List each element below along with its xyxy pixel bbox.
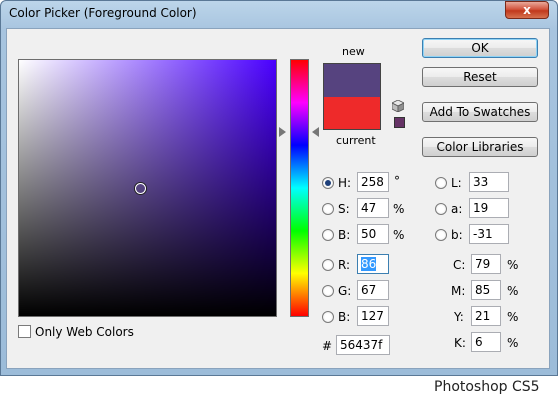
black-unit: % xyxy=(507,336,519,350)
lab-b-input[interactable]: -31 xyxy=(469,224,509,244)
hue-unit: ° xyxy=(394,174,400,188)
yellow-input[interactable]: 21 xyxy=(471,306,501,326)
ok-button[interactable]: OK xyxy=(422,38,538,58)
websafe-cube-icon[interactable] xyxy=(392,100,404,112)
black-label: K: xyxy=(454,336,466,350)
caption: Photoshop CS5 xyxy=(434,379,540,395)
green-input[interactable]: 67 xyxy=(357,280,389,300)
close-button[interactable]: x xyxy=(505,1,549,19)
lightness-label: L: xyxy=(451,176,462,190)
green-radio[interactable] xyxy=(322,285,334,297)
hue-slider-right-arrow[interactable] xyxy=(312,127,319,137)
current-color-label: current xyxy=(336,134,376,147)
saturation-input[interactable]: 47 xyxy=(357,198,389,218)
color-libraries-button[interactable]: Color Libraries xyxy=(422,137,538,157)
magenta-unit: % xyxy=(507,284,519,298)
hue-slider-left-arrow[interactable] xyxy=(279,127,286,137)
only-web-colors-label: Only Web Colors xyxy=(35,325,134,339)
hue-slider[interactable] xyxy=(290,59,309,317)
green-label: G: xyxy=(338,284,352,298)
lightness-input[interactable]: 33 xyxy=(469,172,509,192)
yellow-label: Y: xyxy=(454,310,464,324)
lab-b-label: b: xyxy=(451,228,463,242)
hue-radio[interactable] xyxy=(322,177,334,189)
reset-button[interactable]: Reset xyxy=(422,67,538,87)
hex-label: # xyxy=(322,339,333,353)
brightness-unit: % xyxy=(393,228,405,242)
lab-b-radio[interactable] xyxy=(435,229,447,241)
websafe-color-swatch[interactable] xyxy=(394,117,405,128)
lightness-radio[interactable] xyxy=(435,177,447,189)
lab-a-radio[interactable] xyxy=(435,203,447,215)
cyan-label: C: xyxy=(453,258,466,272)
black-input[interactable]: 6 xyxy=(471,332,501,352)
saturation-label: S: xyxy=(338,202,350,216)
brightness-input[interactable]: 50 xyxy=(357,224,389,244)
yellow-unit: % xyxy=(507,310,519,324)
red-input-value: 86 xyxy=(361,257,377,271)
magenta-label: M: xyxy=(451,284,466,298)
blue-radio[interactable] xyxy=(322,311,334,323)
saturation-radio[interactable] xyxy=(322,203,334,215)
hex-input[interactable]: 56437f xyxy=(336,335,390,355)
saturation-unit: % xyxy=(393,202,405,216)
brightness-radio[interactable] xyxy=(322,229,334,241)
cyan-input[interactable]: 79 xyxy=(471,254,501,274)
color-field-marker[interactable] xyxy=(135,183,146,194)
color-field[interactable] xyxy=(18,59,277,317)
window-title: Color Picker (Foreground Color) xyxy=(9,6,197,20)
red-input[interactable]: 86 xyxy=(357,254,389,274)
blue-input[interactable]: 127 xyxy=(357,306,389,326)
lab-a-label: a: xyxy=(451,202,463,216)
add-to-swatches-button[interactable]: Add To Swatches xyxy=(422,102,538,122)
blue-label: B: xyxy=(338,310,351,324)
current-color-swatch[interactable] xyxy=(323,97,381,130)
only-web-colors-checkbox[interactable] xyxy=(18,325,31,338)
hue-input[interactable]: 258 xyxy=(357,172,389,192)
red-label: R: xyxy=(338,258,351,272)
magenta-input[interactable]: 85 xyxy=(471,280,501,300)
new-color-swatch xyxy=(323,63,381,97)
new-color-label: new xyxy=(342,45,365,58)
brightness-label: B: xyxy=(338,228,351,242)
hue-label: H: xyxy=(338,176,352,190)
cyan-unit: % xyxy=(507,258,519,272)
lab-a-input[interactable]: 19 xyxy=(469,198,509,218)
red-radio[interactable] xyxy=(322,259,334,271)
